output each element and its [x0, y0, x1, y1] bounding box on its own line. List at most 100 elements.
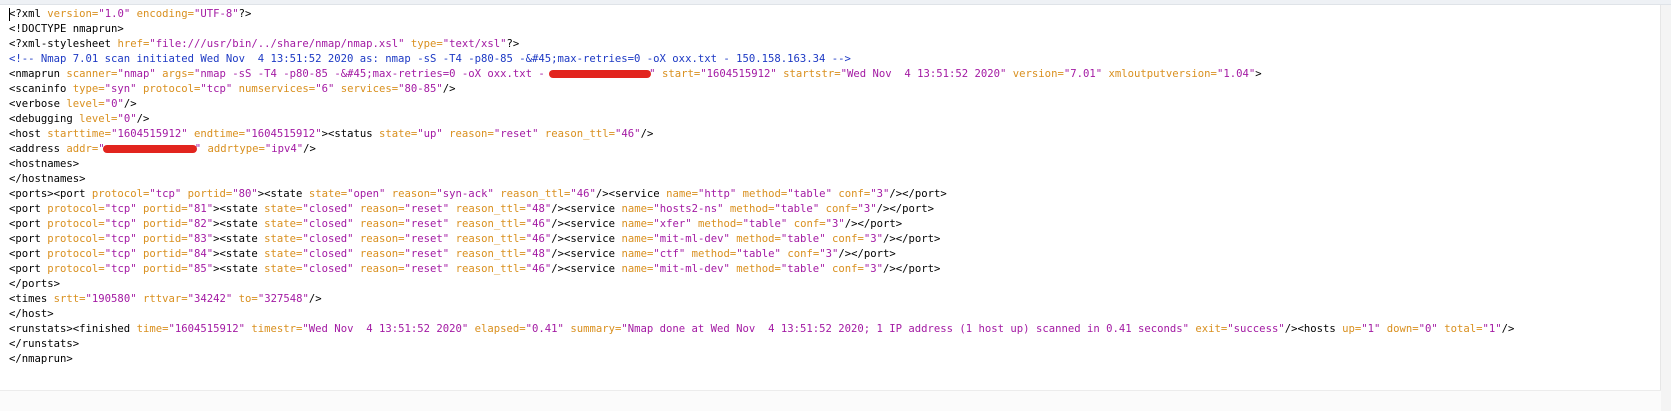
- xml-attribute-value: "Nmap done at Wed Nov 4 13:51:52 2020; 1…: [621, 323, 1190, 335]
- xml-attribute-value: "46": [525, 263, 552, 275]
- code-text: /></port>: [838, 248, 896, 260]
- xml-attribute-name: protocol=: [47, 203, 105, 215]
- xml-attribute-name: reason_ttl=: [455, 248, 526, 260]
- xml-attribute-value: "190580": [85, 293, 137, 305]
- code-text: />: [123, 98, 137, 110]
- xml-attribute-name: down=: [1386, 323, 1419, 335]
- code-line: <runstats><finished time="1604515912" ti…: [9, 322, 1514, 337]
- xml-attribute-name: encoding=: [136, 8, 194, 20]
- xml-attribute-value: "82": [187, 218, 214, 230]
- xml-attribute-value: "1604515912": [111, 128, 188, 140]
- horizontal-scrollbar[interactable]: [0, 390, 1661, 411]
- xml-attribute-name: endtime=: [194, 128, 246, 140]
- xml-attribute-name: exit=: [1195, 323, 1228, 335]
- code-text: <nmaprun: [9, 68, 67, 80]
- vertical-scrollbar[interactable]: [1660, 5, 1671, 411]
- code-text: </runstats>: [9, 338, 80, 350]
- code-text: /><service: [551, 218, 622, 230]
- code-text: <?xml: [9, 8, 48, 20]
- xml-attribute-value: "80": [232, 188, 258, 200]
- xml-attribute-name: method=: [698, 218, 743, 230]
- code-text: ><status: [321, 128, 379, 140]
- code-line: <scaninfo type="syn" protocol="tcp" nums…: [9, 82, 1514, 97]
- code-line: <hostnames>: [9, 157, 1514, 172]
- xml-editor[interactable]: <?xml version="1.0" encoding="UTF-8"?> <!…: [0, 0, 1671, 411]
- xml-attribute-name: name=: [621, 203, 654, 215]
- xml-attribute-value: "0": [104, 98, 124, 110]
- code-text: /></port>: [883, 233, 941, 245]
- code-text: /></port>: [889, 188, 947, 200]
- code-line: <port protocol="tcp" portid="82"><state …: [9, 217, 1514, 232]
- xml-attribute-value: "reset": [404, 203, 450, 215]
- code-line: <!DOCTYPE nmaprun>: [9, 22, 1514, 37]
- xml-attribute-value: "tcp": [104, 248, 137, 260]
- xml-attribute-name: start=: [661, 68, 701, 80]
- xml-attribute-name: method=: [736, 233, 781, 245]
- xml-attribute-name: name=: [621, 263, 654, 275]
- xml-attribute-name: name=: [621, 248, 654, 260]
- xml-attribute-value: "3": [857, 203, 877, 215]
- code-text: />: [640, 128, 654, 140]
- code-text: <runstats><finished: [9, 323, 137, 335]
- code-text: ><state: [213, 218, 265, 230]
- xml-attribute-name: href=: [117, 38, 150, 50]
- code-line: <?xml version="1.0" encoding="UTF-8"?>: [9, 7, 1514, 22]
- xml-attribute-name: state=: [264, 233, 303, 245]
- code-text: ?>: [238, 8, 252, 20]
- code-text: <!DOCTYPE nmaprun>: [9, 23, 124, 35]
- code-line: <verbose level="0"/>: [9, 97, 1514, 112]
- xml-attribute-value: "0": [1418, 323, 1438, 335]
- xml-attribute-name: reason_ttl=: [455, 218, 526, 230]
- xml-attribute-name: srtt=: [53, 293, 86, 305]
- xml-attribute-name: conf=: [831, 263, 864, 275]
- xml-attribute-name: type=: [72, 83, 105, 95]
- code-area[interactable]: <?xml version="1.0" encoding="UTF-8"?> <!…: [9, 7, 1514, 367]
- xml-attribute-value: "file:///usr/bin/../share/nmap/nmap.xsl": [149, 38, 405, 50]
- xml-attribute-name: version=: [1012, 68, 1064, 80]
- xml-attribute-value: "46": [525, 218, 552, 230]
- xml-attribute-name: up=: [1342, 323, 1362, 335]
- code-text: <host: [9, 128, 48, 140]
- xml-attribute-value: "tcp": [149, 188, 182, 200]
- xml-attribute-value: "tcp": [104, 233, 137, 245]
- xml-attribute-name: conf=: [825, 203, 858, 215]
- xml-attribute-value: "1.04": [1216, 68, 1256, 80]
- xml-attribute-name: state=: [264, 263, 303, 275]
- code-text: <port: [9, 263, 48, 275]
- xml-attribute-value: "83": [187, 233, 214, 245]
- xml-attribute-value: "0.41": [525, 323, 564, 335]
- xml-attribute-value: "1": [1361, 323, 1381, 335]
- xml-attribute-value: "85": [187, 263, 214, 275]
- xml-attribute-value: "46": [570, 188, 596, 200]
- xml-attribute-value: "3": [825, 218, 845, 230]
- xml-attribute-value: "reset": [404, 218, 450, 230]
- xml-attribute-value: "table": [787, 188, 832, 200]
- xml-attribute-value: "table": [742, 218, 788, 230]
- code-line: <port protocol="tcp" portid="85"><state …: [9, 262, 1514, 277]
- code-text: </ports>: [9, 278, 61, 290]
- xml-attribute-name: level=: [79, 113, 118, 125]
- xml-attribute-name: elapsed=: [474, 323, 526, 335]
- xml-attribute-name: protocol=: [142, 83, 201, 95]
- code-text: <debugging: [9, 113, 80, 125]
- xml-attribute-value: "tcp": [200, 83, 233, 95]
- xml-attribute-name: portid=: [142, 248, 188, 260]
- xml-attribute-name: name=: [666, 188, 698, 200]
- xml-attribute-name: reason=: [359, 218, 405, 230]
- code-line: <host starttime="1604515912" endtime="16…: [9, 127, 1514, 142]
- xml-attribute-name: state=: [378, 128, 418, 140]
- xml-attribute-name: reason=: [449, 128, 494, 140]
- code-line: <address addr=" " addrtype="ipv4"/>: [9, 142, 1514, 157]
- xml-attribute-value: "ctf": [653, 248, 686, 260]
- xml-attribute-name: reason_ttl=: [455, 233, 526, 245]
- code-line: <debugging level="0"/>: [9, 112, 1514, 127]
- xml-attribute-value: "84": [187, 248, 214, 260]
- xml-attribute-name: portid=: [142, 233, 188, 245]
- xml-attribute-value: "48": [525, 248, 552, 260]
- xml-attribute-value: "hosts2-ns": [653, 203, 724, 215]
- xml-attribute-value: "80-85": [398, 83, 443, 95]
- code-line: </runstats>: [9, 337, 1514, 352]
- xml-attribute-name: state=: [308, 188, 348, 200]
- code-text: <port: [9, 203, 48, 215]
- xml-attribute-value: "46": [525, 233, 552, 245]
